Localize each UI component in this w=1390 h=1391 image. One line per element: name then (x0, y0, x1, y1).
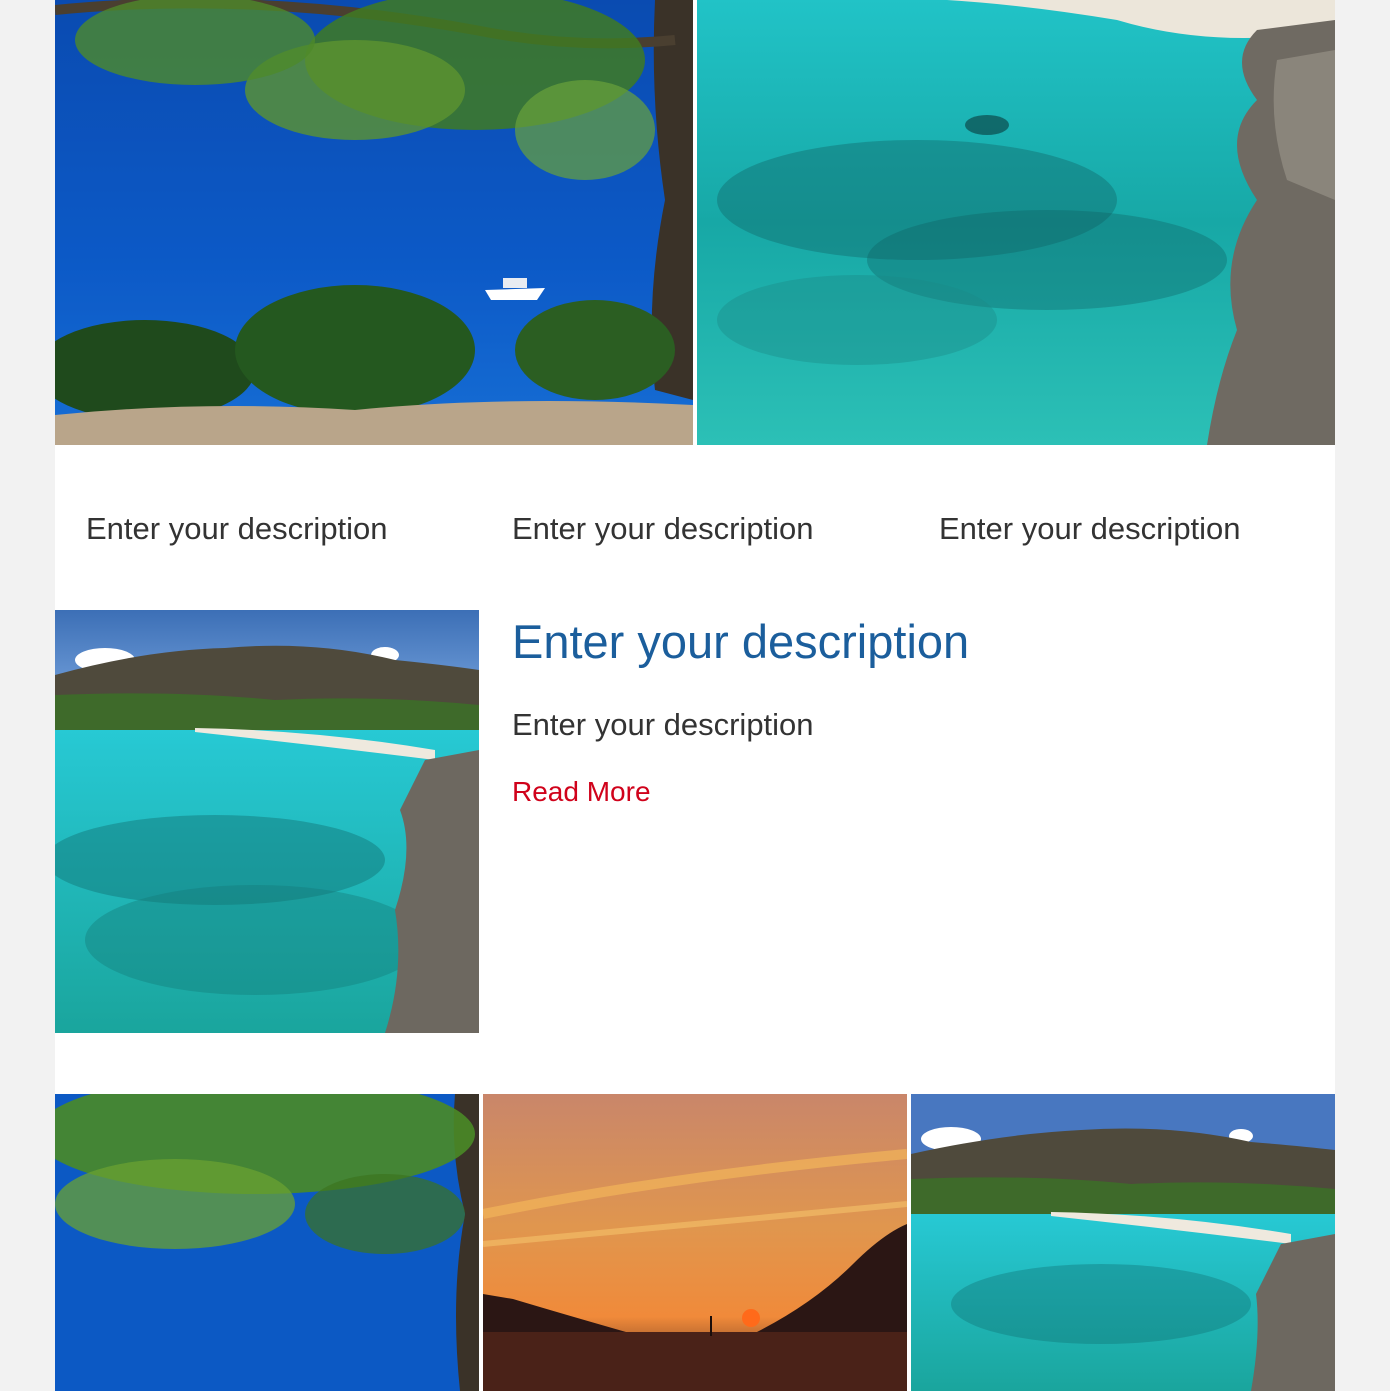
feature-title: Enter your description (512, 615, 970, 668)
photo-sea-pine-boat (55, 0, 693, 445)
description-text: Enter your description (939, 511, 1241, 546)
photo-beach-cove-2 (911, 1094, 1335, 1391)
photo-turquoise-bay (697, 0, 1335, 445)
feature-description: Enter your description (512, 707, 814, 742)
content-area: Enter your description Enter your descri… (55, 0, 1335, 1391)
read-more-link[interactable]: Read More (512, 775, 651, 809)
photo-sea-pine (55, 1094, 479, 1391)
photo-sunset-sailboat (483, 1094, 907, 1391)
description-text: Enter your description (512, 511, 814, 546)
description-text: Enter your description (86, 511, 388, 546)
photo-beach-cove (55, 610, 479, 1033)
